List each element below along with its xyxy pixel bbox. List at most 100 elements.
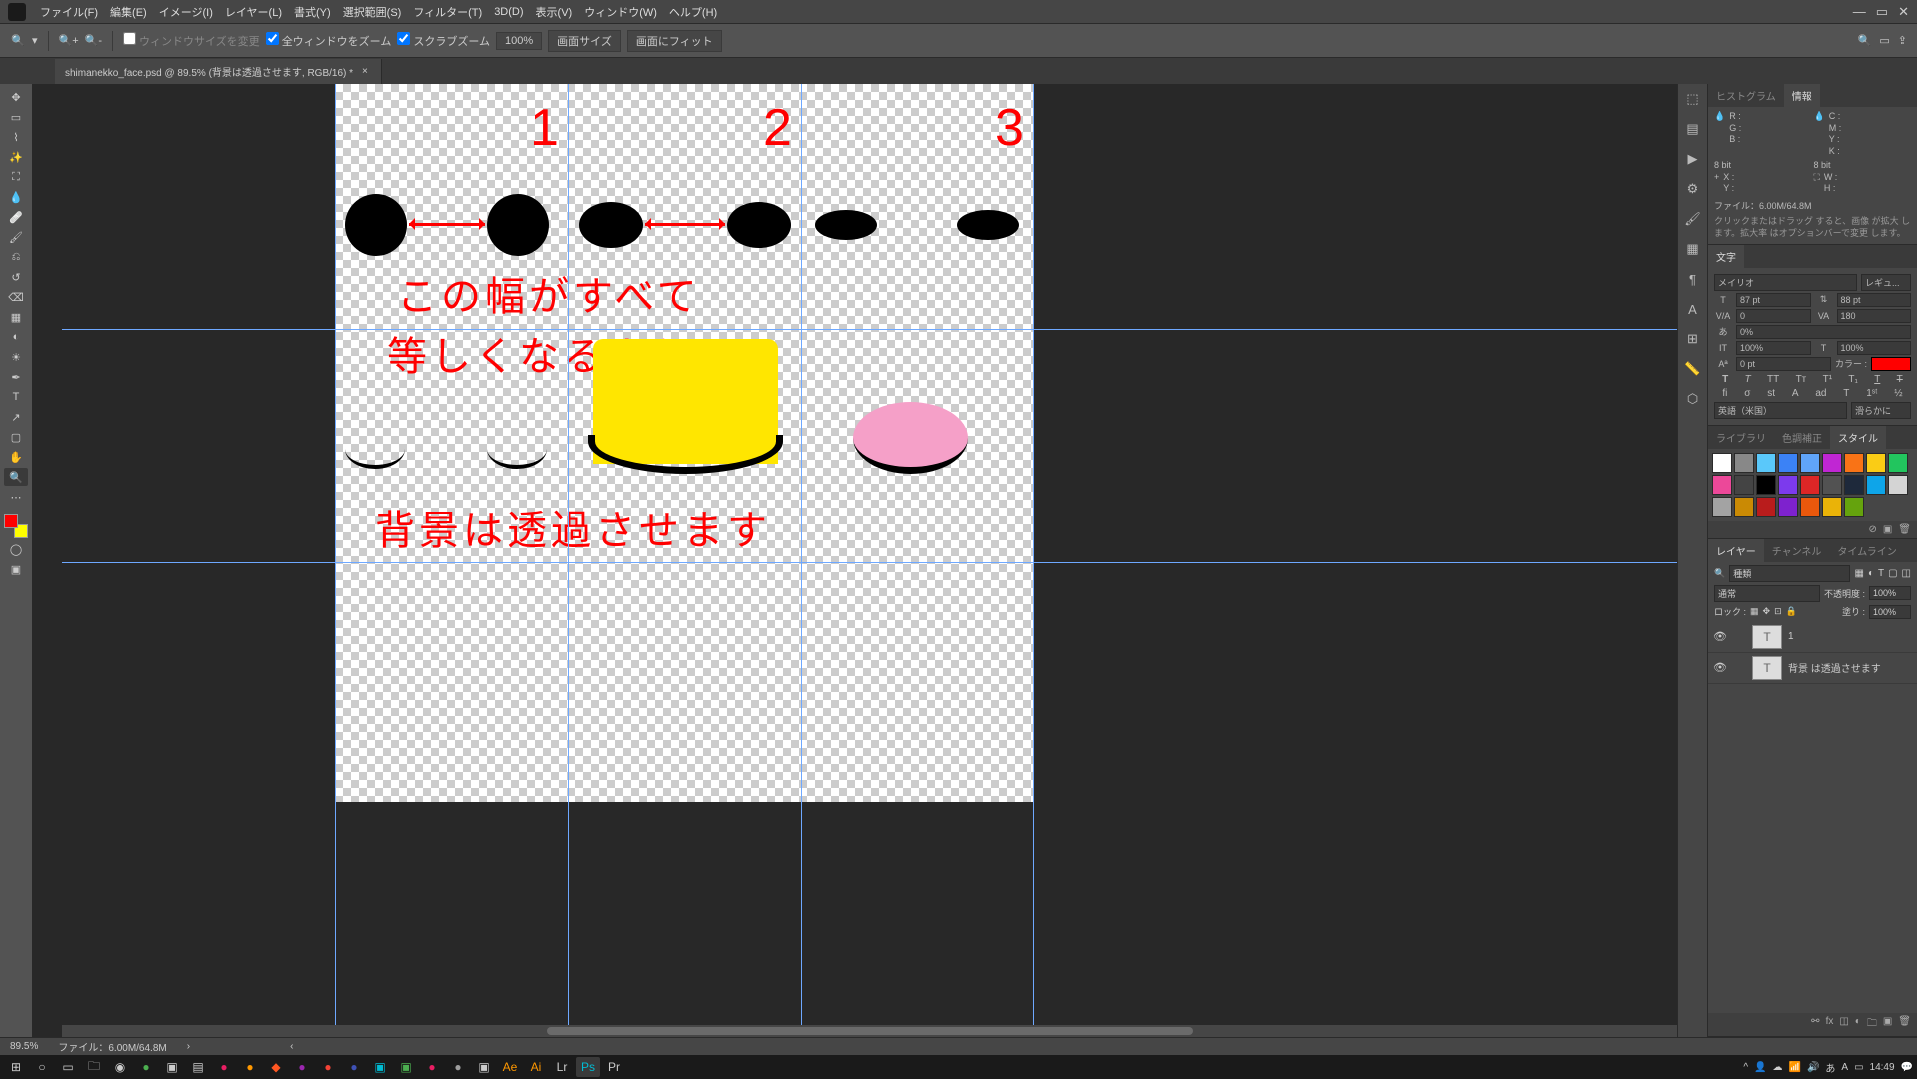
hscale-input[interactable]: 100% <box>1837 341 1912 355</box>
explorer-icon[interactable]: 🗀 <box>82 1057 106 1077</box>
filter-shape-icon[interactable]: ▢ <box>1888 568 1897 579</box>
text-color-swatch[interactable] <box>1871 357 1911 371</box>
menu-window[interactable]: ウィンドウ(W) <box>578 4 663 20</box>
type-tool[interactable]: T <box>4 388 28 406</box>
cortana-icon[interactable]: ○ <box>30 1057 54 1077</box>
artboard[interactable]: 1 2 3 この幅がすべて 等しくなるように！ <box>335 84 1033 802</box>
vscale-input[interactable]: 100% <box>1736 341 1811 355</box>
adjustment-layer-icon[interactable]: ◐ <box>1855 1016 1861 1033</box>
blend-mode-select[interactable]: 通常 <box>1714 585 1820 602</box>
style-swatch[interactable] <box>1778 453 1798 473</box>
app-icon[interactable]: ◆ <box>264 1057 288 1077</box>
dock-actions-icon[interactable]: ▶ <box>1684 150 1702 168</box>
shape-tool[interactable]: ▢ <box>4 428 28 446</box>
tray-ime-icon[interactable]: あ <box>1825 1060 1835 1075</box>
move-tool[interactable]: ✥ <box>4 88 28 106</box>
tab-styles[interactable]: スタイル <box>1830 426 1886 449</box>
opacity-input[interactable]: 100% <box>1869 586 1911 600</box>
style-swatch[interactable] <box>1866 453 1886 473</box>
style-swatch[interactable] <box>1844 497 1864 517</box>
layer-name[interactable]: 背景 は透過させます <box>1788 660 1913 675</box>
visibility-toggle[interactable]: 👁 <box>1712 661 1728 674</box>
tray-people-icon[interactable]: 👤 <box>1754 1062 1766 1073</box>
dock-brush-icon[interactable]: 🖌 <box>1684 210 1702 228</box>
visibility-toggle[interactable]: 👁 <box>1712 630 1728 643</box>
app-icon[interactable]: ● <box>212 1057 236 1077</box>
menu-file[interactable]: ファイル(F) <box>34 4 104 20</box>
delete-layer-icon[interactable]: 🗑 <box>1898 1016 1911 1033</box>
app-icon[interactable]: ● <box>420 1057 444 1077</box>
font-family-select[interactable]: メイリオ <box>1714 274 1857 291</box>
filter-pixel-icon[interactable]: ▦ <box>1854 568 1863 579</box>
shift-input[interactable]: 0 pt <box>1736 357 1831 371</box>
workspace-icon[interactable]: ▭ <box>1879 34 1889 47</box>
dock-properties-icon[interactable]: ⚙ <box>1684 180 1702 198</box>
stamp-tool[interactable]: ⎌ <box>4 248 28 266</box>
superscript-button[interactable]: T¹ <box>1823 374 1832 385</box>
lock-position-icon[interactable]: ✥ <box>1763 606 1771 617</box>
tab-layers[interactable]: レイヤー <box>1708 539 1764 562</box>
new-layer-icon[interactable]: ▣ <box>1883 1016 1892 1033</box>
lock-pixels-icon[interactable]: ▦ <box>1750 606 1759 617</box>
filter-smart-icon[interactable]: ◫ <box>1902 568 1911 579</box>
sigma-button[interactable]: σ <box>1744 388 1750 399</box>
search-icon[interactable]: 🔍 <box>1858 34 1872 47</box>
style-swatch[interactable] <box>1712 497 1732 517</box>
layer-row[interactable]: 👁 T 1 <box>1708 622 1917 653</box>
dock-history-icon[interactable]: ▤ <box>1684 120 1702 138</box>
zoom-all-checkbox[interactable]: 全ウィンドウをズーム <box>266 32 392 49</box>
dock-measure-icon[interactable]: 📏 <box>1684 360 1702 378</box>
kern-input[interactable]: 180 <box>1837 309 1912 323</box>
menu-select[interactable]: 選択範囲(S) <box>337 4 408 20</box>
task-view-icon[interactable]: ▭ <box>56 1057 80 1077</box>
fi-button[interactable]: fi <box>1722 388 1727 399</box>
share-icon[interactable]: ⇪ <box>1898 34 1907 47</box>
a-button[interactable]: A <box>1792 388 1799 399</box>
underline-button[interactable]: T <box>1874 374 1880 385</box>
brush-tool[interactable]: 🖌 <box>4 228 28 246</box>
new-style-icon[interactable]: ▣ <box>1883 524 1892 535</box>
eraser-tool[interactable]: ⌫ <box>4 288 28 306</box>
style-swatch[interactable] <box>1734 475 1754 495</box>
menu-3d[interactable]: 3D(D) <box>488 6 529 18</box>
menu-help[interactable]: ヘルプ(H) <box>663 4 723 20</box>
italic-button[interactable]: T <box>1745 374 1751 385</box>
menu-image[interactable]: イメージ(I) <box>153 4 219 20</box>
tray-volume-icon[interactable]: 🔊 <box>1807 1062 1819 1073</box>
style-swatch[interactable] <box>1734 453 1754 473</box>
language-select[interactable]: 英語（米国） <box>1714 402 1847 419</box>
style-swatch[interactable] <box>1866 475 1886 495</box>
menu-type[interactable]: 書式(Y) <box>288 4 337 20</box>
font-size-input[interactable]: 87 pt <box>1736 293 1811 307</box>
style-swatch[interactable] <box>1756 497 1776 517</box>
app-icon[interactable]: ● <box>316 1057 340 1077</box>
va-input[interactable]: 0 <box>1736 309 1811 323</box>
tab-channels[interactable]: チャンネル <box>1764 539 1830 562</box>
app-icon[interactable]: ▣ <box>368 1057 392 1077</box>
maximize-button[interactable]: ▭ <box>1876 4 1888 20</box>
layer-name[interactable]: 1 <box>1788 631 1913 642</box>
horizontal-scrollbar[interactable] <box>62 1025 1677 1037</box>
style-swatch[interactable] <box>1800 453 1820 473</box>
layer-row[interactable]: 👁 T 背景 は透過させます <box>1708 653 1917 684</box>
app-icon[interactable]: ● <box>342 1057 366 1077</box>
style-swatch[interactable] <box>1734 497 1754 517</box>
style-swatch[interactable] <box>1822 497 1842 517</box>
st-button[interactable]: st <box>1767 388 1775 399</box>
style-swatch[interactable] <box>1800 475 1820 495</box>
style-swatch[interactable] <box>1844 453 1864 473</box>
style-swatch[interactable] <box>1756 475 1776 495</box>
minimize-button[interactable]: ― <box>1853 4 1866 20</box>
app-icon[interactable]: ● <box>446 1057 470 1077</box>
style-swatch[interactable] <box>1822 453 1842 473</box>
leading-input[interactable]: 88 pt <box>1837 293 1912 307</box>
healing-tool[interactable]: 🩹 <box>4 208 28 226</box>
1st-button[interactable]: 1ˢᵗ <box>1866 388 1877 399</box>
app-icon[interactable]: ▤ <box>186 1057 210 1077</box>
dock-swatches-icon[interactable]: ▦ <box>1684 240 1702 258</box>
close-button[interactable]: ✕ <box>1898 4 1909 20</box>
tray-keyboard-icon[interactable]: A <box>1841 1062 1848 1073</box>
app-icon[interactable]: ▣ <box>472 1057 496 1077</box>
smallcaps-button[interactable]: Tᴛ <box>1796 374 1807 385</box>
antialias-select[interactable]: 滑らかに <box>1851 402 1911 419</box>
